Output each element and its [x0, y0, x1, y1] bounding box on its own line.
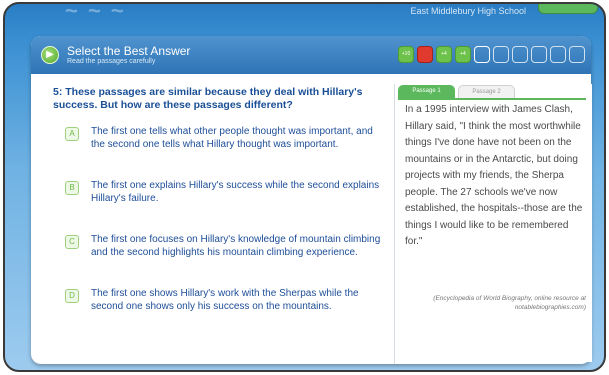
progress-box	[550, 46, 566, 63]
app-logo: ~ ~ ~	[65, 2, 126, 23]
page-subtitle: Read the passages carefully	[67, 58, 156, 65]
page-title: Select the Best Answer	[67, 44, 191, 58]
school-name: East Middlebury High School	[410, 6, 526, 16]
progress-box	[569, 46, 585, 63]
progress-box	[512, 46, 528, 63]
progress-box	[493, 46, 509, 63]
passage-text: In a 1995 interview with James Clash, Hi…	[405, 104, 583, 247]
answer-text-b[interactable]: The first one explains Hillary's success…	[91, 180, 381, 205]
progress-box: +4	[455, 46, 471, 63]
top-bar: ~ ~ ~ East Middlebury High School	[5, 4, 604, 26]
answer-option-c[interactable]: C The first one focuses on Hillary's kno…	[65, 234, 395, 288]
answer-option-d[interactable]: D The first one shows Hillary's work wit…	[65, 288, 395, 342]
tab-passage-2[interactable]: Passage 2	[458, 85, 515, 98]
tab-underline	[398, 98, 586, 100]
progress-box	[474, 46, 490, 63]
progress-box: +4	[436, 46, 452, 63]
answer-letter-c[interactable]: C	[65, 235, 79, 249]
tab-passage-1[interactable]: Passage 1	[398, 85, 455, 98]
progress-box	[531, 46, 547, 63]
answer-option-a[interactable]: A The first one tells what other people …	[65, 126, 395, 180]
question-text: 5: These passages are similar because th…	[53, 86, 363, 111]
passage-citation: (Encyclopedia of World Biography, online…	[433, 295, 586, 311]
speaker-icon[interactable]: ▶	[41, 46, 59, 64]
answer-list: A The first one tells what other people …	[65, 126, 395, 342]
answer-letter-b[interactable]: B	[65, 181, 79, 195]
progress-tracker: +10 +4 +4	[398, 46, 585, 66]
answer-text-d[interactable]: The first one shows Hillary's work with …	[91, 288, 381, 313]
panel-header: ▶ Select the Best Answer Read the passag…	[31, 36, 591, 74]
answer-letter-d[interactable]: D	[65, 289, 79, 303]
answer-option-b[interactable]: B The first one explains Hillary's succe…	[65, 180, 395, 234]
answer-letter-a[interactable]: A	[65, 127, 79, 141]
top-menu-button[interactable]	[538, 4, 598, 14]
progress-box	[417, 46, 433, 63]
app-frame: ~ ~ ~ East Middlebury High School ▶ Sele…	[3, 2, 606, 372]
progress-box: +10	[398, 46, 414, 63]
answer-text-a[interactable]: The first one tells what other people th…	[91, 126, 381, 151]
answer-text-c[interactable]: The first one focuses on Hillary's knowl…	[91, 234, 381, 259]
